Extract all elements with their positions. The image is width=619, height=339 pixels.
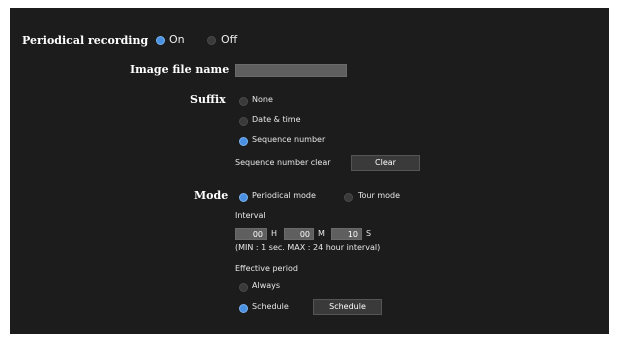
settings-panel: Periodical recording On Off Image file n… — [10, 8, 609, 334]
mode-label: Mode — [194, 189, 229, 202]
periodical-off-label: Off — [221, 33, 238, 46]
suffix-sequence-label: Sequence number — [252, 135, 326, 144]
interval-range-note: (MIN : 1 sec. MAX : 24 hour interval) — [235, 243, 381, 252]
mode-periodical-label: Periodical mode — [252, 191, 316, 200]
periodical-on-radio[interactable] — [156, 36, 165, 45]
image-file-name-label: Image file name — [130, 63, 230, 76]
interval-hours-unit: H — [271, 229, 278, 238]
period-schedule-radio[interactable] — [239, 304, 248, 313]
period-always-radio[interactable] — [239, 283, 248, 292]
suffix-label: Suffix — [190, 93, 226, 106]
period-schedule-label: Schedule — [252, 302, 289, 311]
mode-tour-radio[interactable] — [344, 193, 353, 202]
interval-minutes-unit: M — [318, 229, 325, 238]
suffix-none-radio[interactable] — [239, 97, 248, 106]
interval-minutes-input[interactable]: 00 — [284, 228, 314, 240]
mode-periodical-radio[interactable] — [239, 193, 248, 202]
clear-button[interactable]: Clear — [351, 155, 420, 171]
suffix-sequence-radio[interactable] — [239, 137, 248, 146]
period-always-label: Always — [252, 281, 281, 290]
effective-period-label: Effective period — [235, 264, 298, 273]
periodical-off-radio[interactable] — [207, 36, 216, 45]
interval-hours-input[interactable]: 00 — [235, 228, 267, 240]
suffix-datetime-label: Date & time — [252, 115, 301, 124]
image-file-name-input[interactable] — [235, 64, 347, 77]
periodical-recording-label: Periodical recording — [22, 34, 149, 47]
suffix-none-label: None — [252, 95, 273, 104]
suffix-datetime-radio[interactable] — [239, 117, 248, 126]
interval-label: Interval — [235, 211, 266, 220]
schedule-button[interactable]: Schedule — [313, 299, 382, 315]
interval-seconds-input[interactable]: 10 — [331, 228, 362, 240]
mode-tour-label: Tour mode — [358, 191, 401, 200]
periodical-on-label: On — [169, 33, 185, 46]
interval-seconds-unit: S — [366, 229, 372, 238]
sequence-clear-label: Sequence number clear — [235, 158, 331, 167]
